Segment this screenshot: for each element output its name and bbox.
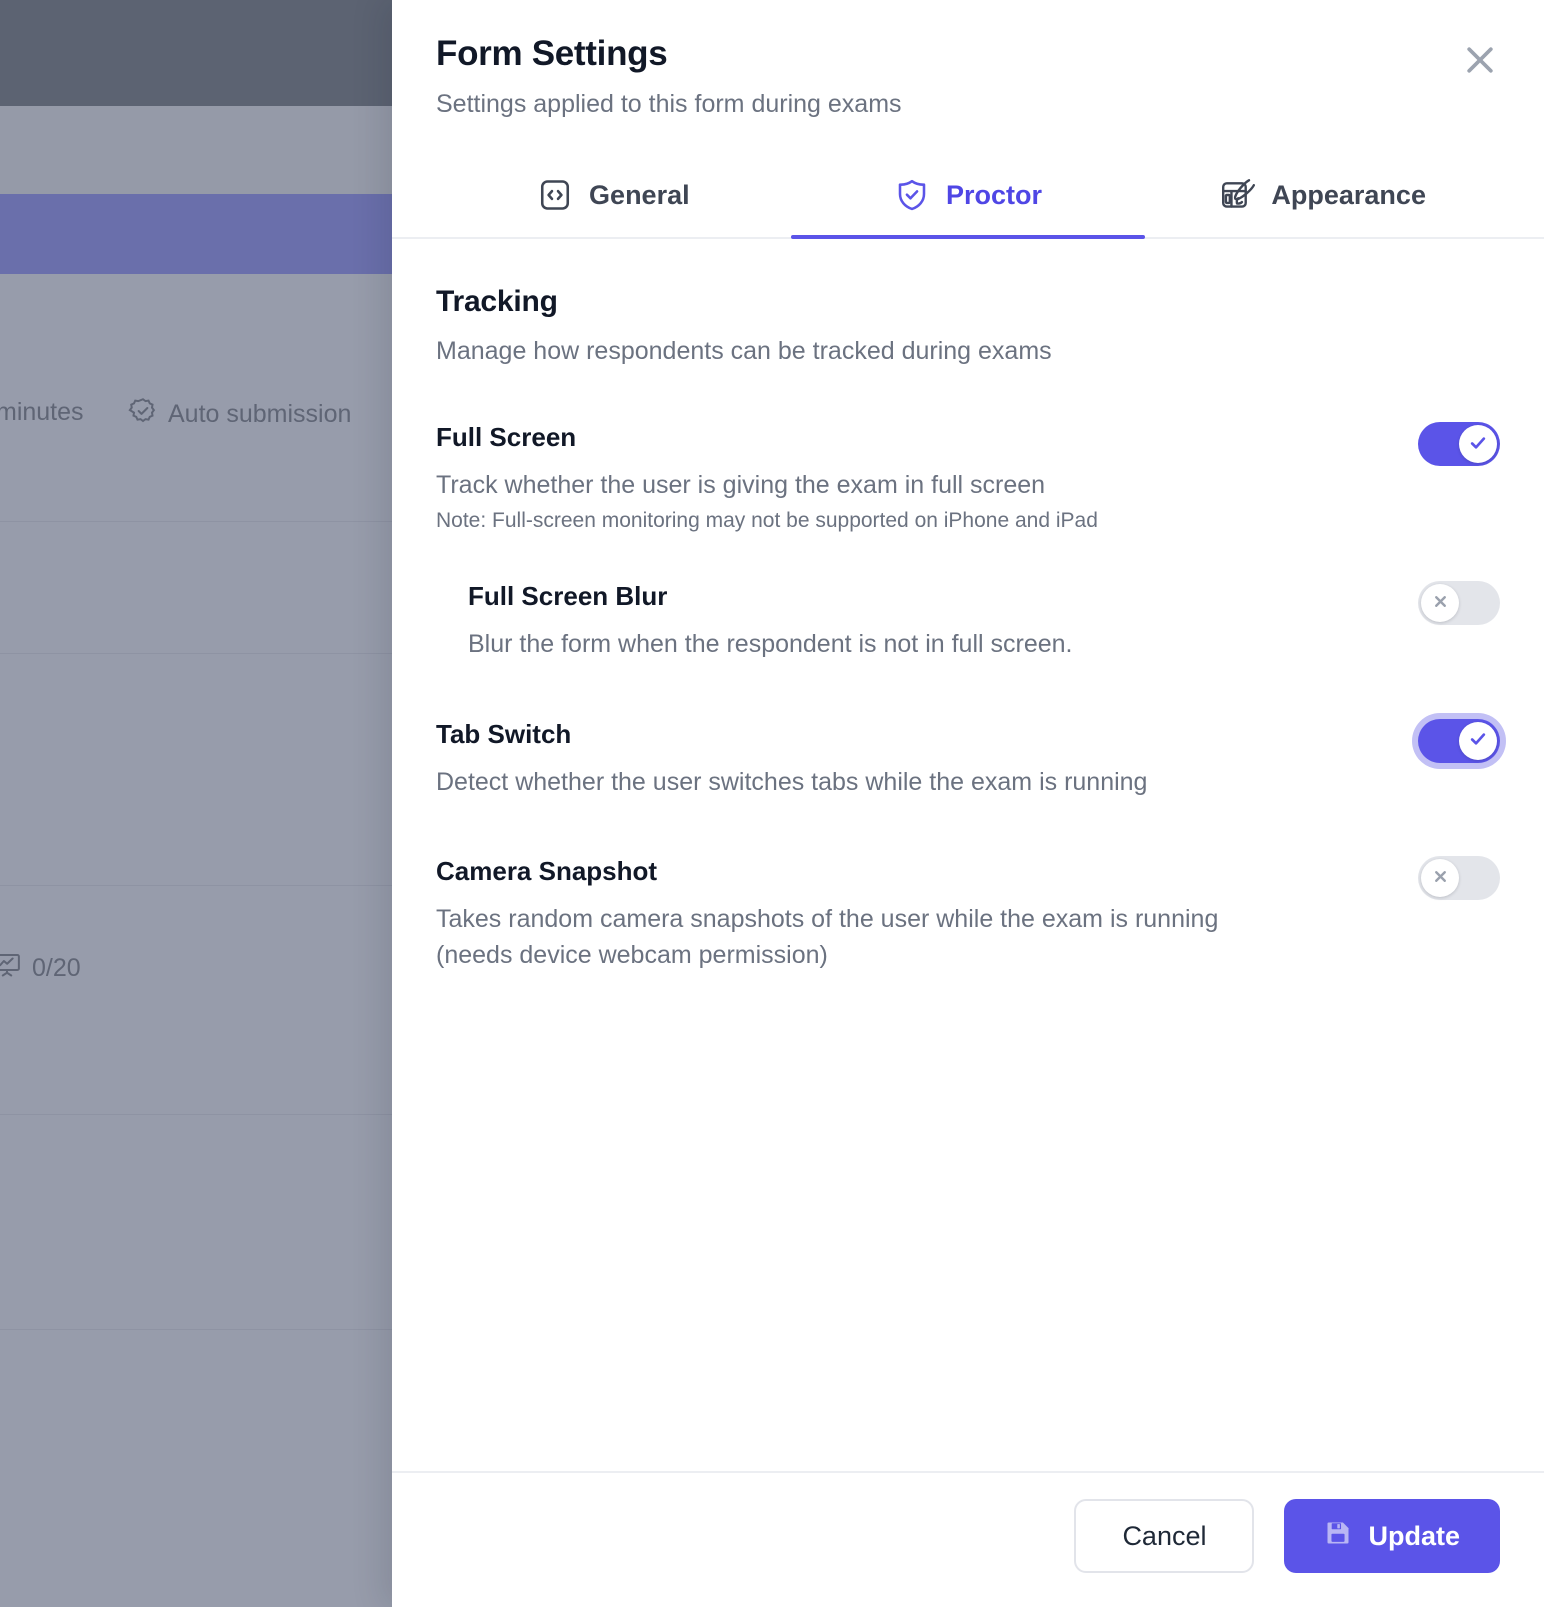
setting-text: Camera Snapshot Takes random camera snap… [436, 856, 1276, 974]
setting-description: Track whether the user is giving the exa… [436, 471, 1046, 499]
layout-brush-icon [1219, 177, 1256, 213]
background-counter: 0/20 [0, 950, 81, 987]
background-selected-row [0, 194, 392, 274]
setting-row-full-screen-blur: Full Screen Blur Blur the form when the … [468, 581, 1500, 662]
background-divider [0, 1329, 392, 1330]
section-subtitle: Manage how respondents can be tracked du… [436, 337, 1052, 365]
toggle-knob [1459, 425, 1497, 463]
toggle-knob [1421, 858, 1459, 897]
setting-text: Full Screen Track whether the user is gi… [436, 422, 1098, 533]
save-floppy-icon [1324, 1519, 1352, 1554]
code-square-icon [537, 177, 573, 213]
presentation-chart-icon [0, 950, 22, 987]
check-badge-icon [128, 396, 158, 433]
background-auto-submission: Auto submission [128, 396, 351, 433]
setting-row-full-screen: Full Screen Track whether the user is gi… [436, 422, 1500, 533]
close-button[interactable] [1458, 38, 1502, 82]
background-exam-meta: minutes [0, 398, 84, 427]
toggle-camera-snapshot[interactable] [1418, 855, 1500, 900]
toggle-full-screen[interactable] [1418, 422, 1500, 466]
check-icon [1468, 433, 1488, 456]
setting-name: Tab Switch [436, 718, 572, 749]
setting-row-tab-switch: Tab Switch Detect whether the user switc… [436, 718, 1500, 800]
background-minutes-label: minutes [0, 398, 84, 426]
background-divider [0, 885, 392, 886]
setting-text: Tab Switch Detect whether the user switc… [436, 719, 1147, 800]
setting-description: Takes random camera snapshots of the use… [436, 904, 1219, 969]
setting-description: Detect whether the user switches tabs wh… [436, 767, 1148, 796]
tab-appearance-label: Appearance [1271, 179, 1426, 210]
close-icon [1432, 868, 1449, 888]
settings-panel-proctor: Tracking Manage how respondents can be t… [392, 239, 1544, 1471]
close-icon [1432, 593, 1449, 613]
setting-name: Camera Snapshot [436, 855, 658, 886]
modal-footer: Cancel Update [392, 1471, 1544, 1607]
cancel-button-label: Cancel [1122, 1520, 1207, 1551]
setting-text: Full Screen Blur Blur the form when the … [468, 581, 1073, 662]
tab-appearance[interactable]: Appearance [1145, 163, 1500, 237]
background-content [0, 274, 392, 1607]
setting-name: Full Screen [436, 422, 577, 452]
background-divider [0, 521, 392, 522]
tab-proctor-label: Proctor [945, 179, 1043, 210]
background-row [0, 106, 392, 194]
toggle-knob [1459, 721, 1497, 760]
update-button[interactable]: Update [1284, 1499, 1500, 1573]
setting-description: Blur the form when the respondent is not… [468, 630, 1073, 659]
tab-proctor[interactable]: Proctor [790, 163, 1146, 239]
check-icon [1468, 729, 1488, 752]
section-title: Tracking [436, 285, 558, 318]
cancel-button[interactable]: Cancel [1074, 1499, 1255, 1573]
page-title: Form Settings [436, 34, 668, 73]
setting-row-camera-snapshot: Camera Snapshot Takes random camera snap… [436, 855, 1500, 974]
background-divider [0, 1114, 392, 1115]
toggle-full-screen-blur[interactable] [1418, 581, 1500, 626]
close-icon [1460, 40, 1500, 80]
update-button-label: Update [1368, 1520, 1460, 1551]
setting-name: Full Screen Blur [468, 581, 668, 612]
settings-tabs: General Proctor Appearance [392, 163, 1544, 239]
background-topbar [0, 0, 392, 106]
toggle-knob [1421, 584, 1459, 623]
background-divider [0, 653, 392, 654]
setting-note: Note: Full-screen monitoring may not be … [436, 509, 1098, 533]
background-auto-submission-label: Auto submission [168, 400, 352, 428]
screen: minutes Auto submission 0/20 Form Settin… [0, 0, 1544, 1607]
modal-subtitle: Settings applied to this form during exa… [436, 90, 902, 118]
background-counter-label: 0/20 [32, 954, 81, 982]
tab-general-label: General [589, 179, 690, 210]
form-settings-modal: Form Settings Settings applied to this f… [392, 0, 1544, 1607]
modal-header: Form Settings Settings applied to this f… [392, 0, 1544, 119]
toggle-tab-switch[interactable] [1418, 718, 1500, 763]
tab-general[interactable]: General [436, 163, 791, 237]
shield-check-icon [894, 177, 930, 213]
